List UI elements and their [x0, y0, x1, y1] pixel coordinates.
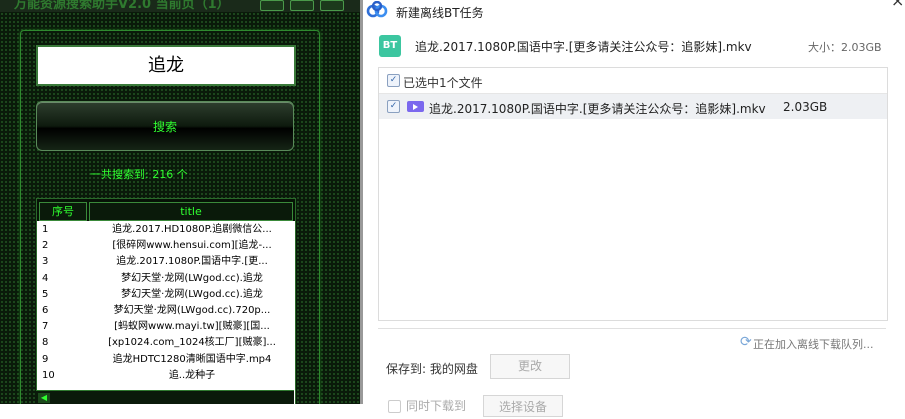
file-list-header: ✓ 已选中1个文件: [379, 68, 887, 94]
column-header-index[interactable]: 序号: [39, 202, 87, 221]
results-table: 序号 title 1 追龙.2017.HD1080P.追剧微信公... 2 [很碎网…: [36, 198, 296, 404]
close-app-button[interactable]: [320, 0, 344, 11]
baidu-netdisk-logo: [366, 1, 388, 18]
column-header-title[interactable]: title: [89, 202, 293, 221]
also-download-checkbox[interactable]: [388, 400, 401, 413]
app-titlebar: 万能资源搜索助手V2.0 当前页（1）: [0, 0, 360, 12]
file-name: 追龙.2017.1080P.国语中字.[更多请关注公众号：追影妹].mkv: [429, 102, 766, 116]
loading-spinner-icon: ⟳: [740, 334, 752, 350]
table-row[interactable]: 2 [很碎网www.hensui.com][追龙-...: [37, 238, 295, 254]
row-index: 2: [42, 240, 49, 252]
row-title: [xp1024.com_1024核工厂][贼豪]...: [108, 337, 276, 349]
row-title: 梦幻天堂·龙网(LWgod.cc).追龙: [121, 288, 263, 300]
table-header: 序号 title: [37, 199, 295, 221]
table-row[interactable]: 8 [xp1024.com_1024核工厂][贼豪]...: [37, 335, 295, 351]
app-title: 万能资源搜索助手V2.0 当前页（1）: [14, 0, 230, 12]
row-index: 5: [42, 288, 49, 300]
row-title: 梦幻天堂·龙网(LWgod.cc).720p...: [113, 304, 271, 316]
table-row[interactable]: 10 追..龙种子: [37, 368, 295, 384]
size-summary: 大小：2.03GB: [808, 41, 882, 54]
save-options: ⟳ 正在加入离线下载队列... 保存到: 我的网盘 更改 同时下载到 选择设备: [378, 328, 886, 419]
resource-search-app: 万能资源搜索助手V2.0 当前页（1） 搜索 一共搜索到: 216 个 序号 t…: [0, 0, 360, 404]
also-download-label: 同时下载到: [406, 399, 467, 413]
row-title: 追龙.2017.1080P.国语中字.[更...: [116, 256, 268, 268]
minimize-button[interactable]: [260, 0, 284, 11]
search-button-label: 搜索: [152, 119, 177, 134]
scroll-left-arrow-icon[interactable]: ◀: [38, 393, 50, 403]
table-row[interactable]: 4 梦幻天堂·龙网(LWgod.cc).追龙: [37, 271, 295, 287]
close-icon[interactable]: ×: [891, 0, 904, 10]
selected-count-label: 已选中1个文件: [403, 76, 483, 90]
table-row[interactable]: 7 [蚂蚁网www.mayi.tw][贼豪][国...: [37, 319, 295, 335]
table-row[interactable]: 9 追龙HDTC1280清晰国语中字.mp4: [37, 352, 295, 368]
table-row[interactable]: 1 追龙.2017.HD1080P.追剧微信公...: [37, 222, 295, 238]
row-index: 4: [42, 272, 49, 284]
row-index: 7: [42, 321, 49, 333]
search-input[interactable]: [36, 45, 296, 86]
file-size: 2.03GB: [783, 100, 828, 114]
row-index: 1: [42, 224, 49, 235]
new-bt-task-dialog: 新建离线BT任务 × BT 追龙.2017.1080P.国语中字.[更多请关注公…: [363, 0, 905, 417]
row-index: 9: [42, 353, 49, 365]
row-index: 8: [42, 337, 49, 349]
change-location-button[interactable]: 更改: [490, 354, 570, 379]
row-index: 10: [42, 369, 55, 381]
result-count: 一共搜索到: 216 个: [90, 168, 188, 181]
row-index: 6: [42, 304, 49, 316]
row-title: 追..龙种子: [168, 369, 216, 381]
row-index: 3: [42, 256, 49, 268]
bt-file-icon: BT: [379, 35, 401, 57]
search-button[interactable]: 搜索: [36, 101, 294, 151]
table-row[interactable]: 5 梦幻天堂·龙网(LWgod.cc).追龙: [37, 287, 295, 303]
maximize-button[interactable]: [290, 0, 314, 11]
horizontal-scrollbar[interactable]: ◀: [36, 390, 294, 404]
status-text: 正在加入离线下载队列...: [753, 338, 874, 351]
also-download-option[interactable]: 同时下载到: [388, 397, 466, 414]
table-row[interactable]: 3 追龙.2017.1080P.国语中字.[更...: [37, 254, 295, 270]
row-title: 追龙HDTC1280清晰国语中字.mp4: [112, 353, 272, 365]
dialog-title: 新建离线BT任务: [396, 6, 484, 20]
save-location-label: 保存到: 我的网盘: [386, 362, 478, 376]
file-list: ✓ 已选中1个文件 ✓ 追龙.2017.1080P.国语中字.[更多请关注公众号…: [378, 67, 888, 321]
table-row[interactable]: 6 梦幻天堂·龙网(LWgod.cc).720p...: [37, 303, 295, 319]
row-title: 梦幻天堂·龙网(LWgod.cc).追龙: [121, 272, 263, 284]
table-body: 1 追龙.2017.HD1080P.追剧微信公... 2 [很碎网www.hensu…: [37, 222, 295, 384]
video-file-icon: [407, 101, 424, 112]
task-name: 追龙.2017.1080P.国语中字.[更多请关注公众号：追影妹].mkv: [415, 40, 752, 54]
choose-device-button[interactable]: 选择设备: [483, 395, 563, 417]
row-title: [很碎网www.hensui.com][追龙-...: [112, 240, 272, 252]
file-checkbox[interactable]: ✓: [387, 100, 400, 113]
row-title: [蚂蚁网www.mayi.tw][贼豪][国...: [114, 321, 270, 333]
file-row[interactable]: ✓ 追龙.2017.1080P.国语中字.[更多请关注公众号：追影妹].mkv …: [379, 94, 887, 119]
row-title: 追龙.2017.HD1080P.追剧微信公...: [112, 224, 272, 235]
select-all-checkbox[interactable]: ✓: [387, 74, 400, 87]
dialog-titlebar: 新建离线BT任务 ×: [363, 0, 905, 24]
